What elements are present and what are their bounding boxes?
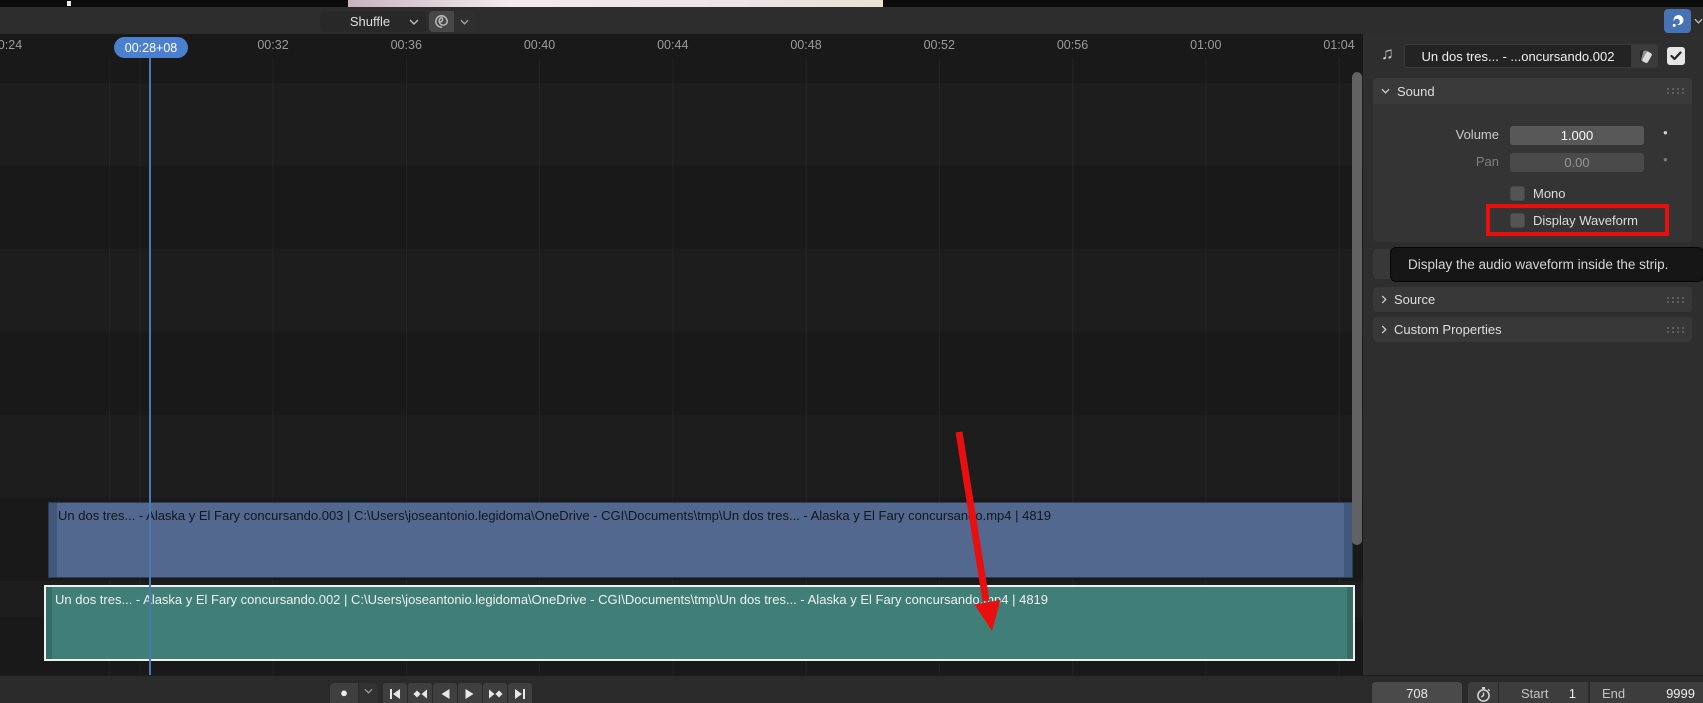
jump-to-start-button[interactable] [383, 683, 407, 703]
top-strip-white-tick [67, 1, 71, 6]
ruler-tick-label: 01:00 [1190, 38, 1221, 52]
vertical-scrollbar[interactable] [1352, 72, 1362, 545]
chevron-right-icon [1381, 325, 1387, 334]
jump-to-end-button[interactable] [508, 683, 532, 703]
end-value: 9999 [1666, 686, 1695, 701]
sequencer-header: Shuffle [0, 7, 1703, 34]
start-frame-field[interactable]: Start 1 [1499, 682, 1588, 703]
ruler-tick-label: 00:32 [257, 38, 288, 52]
strip-right-handle[interactable] [1344, 503, 1352, 577]
chevron-right-icon [1381, 295, 1387, 304]
custom-properties-panel-header[interactable]: Custom Properties [1373, 317, 1692, 342]
volume-animate-decorator[interactable]: ● [1663, 128, 1668, 137]
strip-name-field[interactable]: Un dos tres... - ...oncursando.002 [1404, 44, 1631, 68]
play-button[interactable] [458, 683, 482, 703]
display-waveform-checkbox[interactable] [1510, 213, 1525, 228]
keying-settings-dropdown[interactable] [359, 683, 378, 703]
blender-video-sequencer-screenshot: Shuffle [0, 0, 1703, 703]
start-label: Start [1521, 686, 1548, 701]
sequencer-timeline-area[interactable]: Un dos tres... - Alaska y El Fary concur… [0, 58, 1363, 675]
proportional-falloff-dropdown[interactable] [454, 11, 474, 32]
tooltip: Display the audio waveform inside the st… [1390, 247, 1703, 282]
overlap-mode-dropdown[interactable]: Shuffle [320, 11, 426, 32]
audio-strip-003[interactable]: Un dos tres... - Alaska y El Fary concur… [49, 503, 1352, 577]
jump-to-previous-keyframe-button[interactable] [408, 683, 432, 703]
color-tag-button[interactable] [1631, 44, 1658, 68]
top-cropped-window-strip [0, 0, 1703, 7]
playhead-line[interactable] [149, 55, 151, 675]
panel-grip-icon[interactable] [1666, 87, 1684, 95]
sound-panel-title: Sound [1397, 84, 1435, 99]
panel-grip-icon[interactable] [1666, 296, 1684, 304]
start-value: 1 [1569, 686, 1576, 701]
ruler-tick-label: 01:04 [1323, 38, 1354, 52]
color-tag-icon [1637, 48, 1653, 64]
current-frame-indicator[interactable]: 00:28+08 [114, 37, 188, 58]
clock-icon [1670, 13, 1686, 29]
playback-sync-dropdown[interactable] [1694, 9, 1703, 33]
strip-label: Un dos tres... - Alaska y El Fary concur… [55, 592, 1048, 607]
record-dot-icon: ● [340, 688, 348, 698]
ruler-tick-label: 00:56 [1057, 38, 1088, 52]
end-label: End [1602, 686, 1625, 701]
playback-sync-button[interactable] [1664, 9, 1691, 33]
display-waveform-label: Display Waveform [1533, 213, 1638, 228]
ruler-tick-label: 00:24 [0, 38, 22, 52]
sound-strip-icon: ♫ [1381, 44, 1394, 64]
strip-right-handle[interactable] [1347, 587, 1353, 659]
timeline-ruler[interactable]: 00:24 00:32 00:36 00:40 00:44 00:48 00:52 00:56… [0, 34, 1363, 58]
volume-field[interactable]: 1.000 [1510, 126, 1644, 145]
proportional-editing-icon [434, 14, 449, 29]
pan-label: Pan [1379, 154, 1499, 169]
chevron-down-icon [409, 19, 419, 25]
mono-row: Mono [1510, 185, 1566, 201]
use-preview-range-button[interactable] [1468, 682, 1498, 703]
ruler-tick-label: 00:44 [657, 38, 688, 52]
checkmark-icon [1670, 51, 1682, 61]
pan-field[interactable]: 0.00 [1510, 153, 1644, 172]
ruler-tick-label: 00:40 [524, 38, 555, 52]
source-panel-title: Source [1394, 292, 1435, 307]
chevron-down-icon [1381, 88, 1390, 94]
audio-strip-002-selected[interactable]: Un dos tres... - Alaska y El Fary concur… [44, 585, 1355, 661]
sound-panel: Sound Volume 1.000 ● Pan 0.00 ● [1373, 78, 1692, 242]
strip-properties-sidebar: ♫ Un dos tres... - ...oncursando.002 [1363, 34, 1703, 675]
auto-keyframe-button[interactable]: ● [330, 683, 358, 703]
volume-row: Volume 1.000 ● [1373, 126, 1692, 145]
mono-checkbox[interactable] [1510, 186, 1525, 201]
ruler-tick-label: 00:36 [391, 38, 422, 52]
volume-label: Volume [1379, 127, 1499, 142]
custom-properties-panel: Custom Properties [1373, 317, 1692, 342]
play-reverse-button[interactable] [433, 683, 457, 703]
top-strip-pink-segment [348, 0, 883, 7]
pan-row: Pan 0.00 ● [1373, 153, 1692, 172]
strip-left-handle[interactable] [46, 587, 52, 659]
strip-enable-checkbox[interactable] [1667, 47, 1685, 65]
display-waveform-row: Display Waveform [1510, 212, 1638, 228]
sound-panel-header[interactable]: Sound [1373, 78, 1692, 104]
proportional-editing-button[interactable] [429, 11, 454, 32]
ruler-tick-label: 00:52 [924, 38, 955, 52]
chevron-down-icon [460, 19, 469, 25]
jump-to-next-keyframe-button[interactable] [483, 683, 507, 703]
end-frame-field[interactable]: End 9999 [1590, 682, 1703, 703]
pan-animate-decorator[interactable]: ● [1663, 155, 1668, 164]
strip-left-handle[interactable] [49, 503, 57, 577]
panel-grip-icon[interactable] [1666, 326, 1684, 334]
current-frame-field[interactable]: 708 [1372, 682, 1462, 703]
footer-bar: ● 708 [0, 675, 1703, 703]
strip-label: Un dos tres... - Alaska y El Fary concur… [58, 508, 1051, 523]
ruler-tick-label: 00:48 [790, 38, 821, 52]
stopwatch-icon [1475, 686, 1492, 703]
mono-label: Mono [1533, 186, 1566, 201]
overlap-mode-label: Shuffle [331, 14, 409, 29]
source-panel: Source [1373, 287, 1692, 312]
custom-properties-panel-title: Custom Properties [1394, 322, 1502, 337]
source-panel-header[interactable]: Source [1373, 287, 1692, 312]
